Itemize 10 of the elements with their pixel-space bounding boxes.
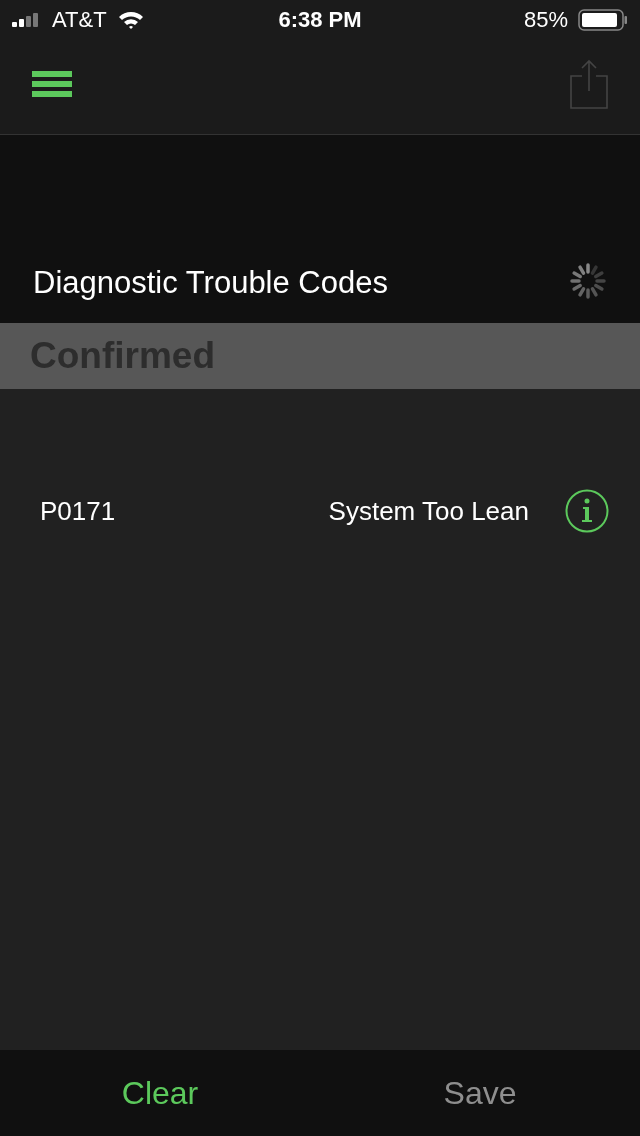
info-icon[interactable] bbox=[565, 489, 609, 533]
clock: 6:38 PM bbox=[278, 7, 362, 33]
battery-icon bbox=[578, 9, 628, 31]
code-description: System Too Lean bbox=[328, 495, 529, 527]
battery-percent: 85% bbox=[523, 7, 568, 33]
menu-icon[interactable] bbox=[32, 71, 72, 97]
toolbar-button[interactable]: Clear bbox=[0, 1050, 320, 1136]
carrier: AT&T bbox=[52, 7, 107, 33]
trouble-code: P0171 bbox=[40, 495, 117, 527]
screen-title: Diagnostic Trouble Codes bbox=[33, 265, 388, 301]
